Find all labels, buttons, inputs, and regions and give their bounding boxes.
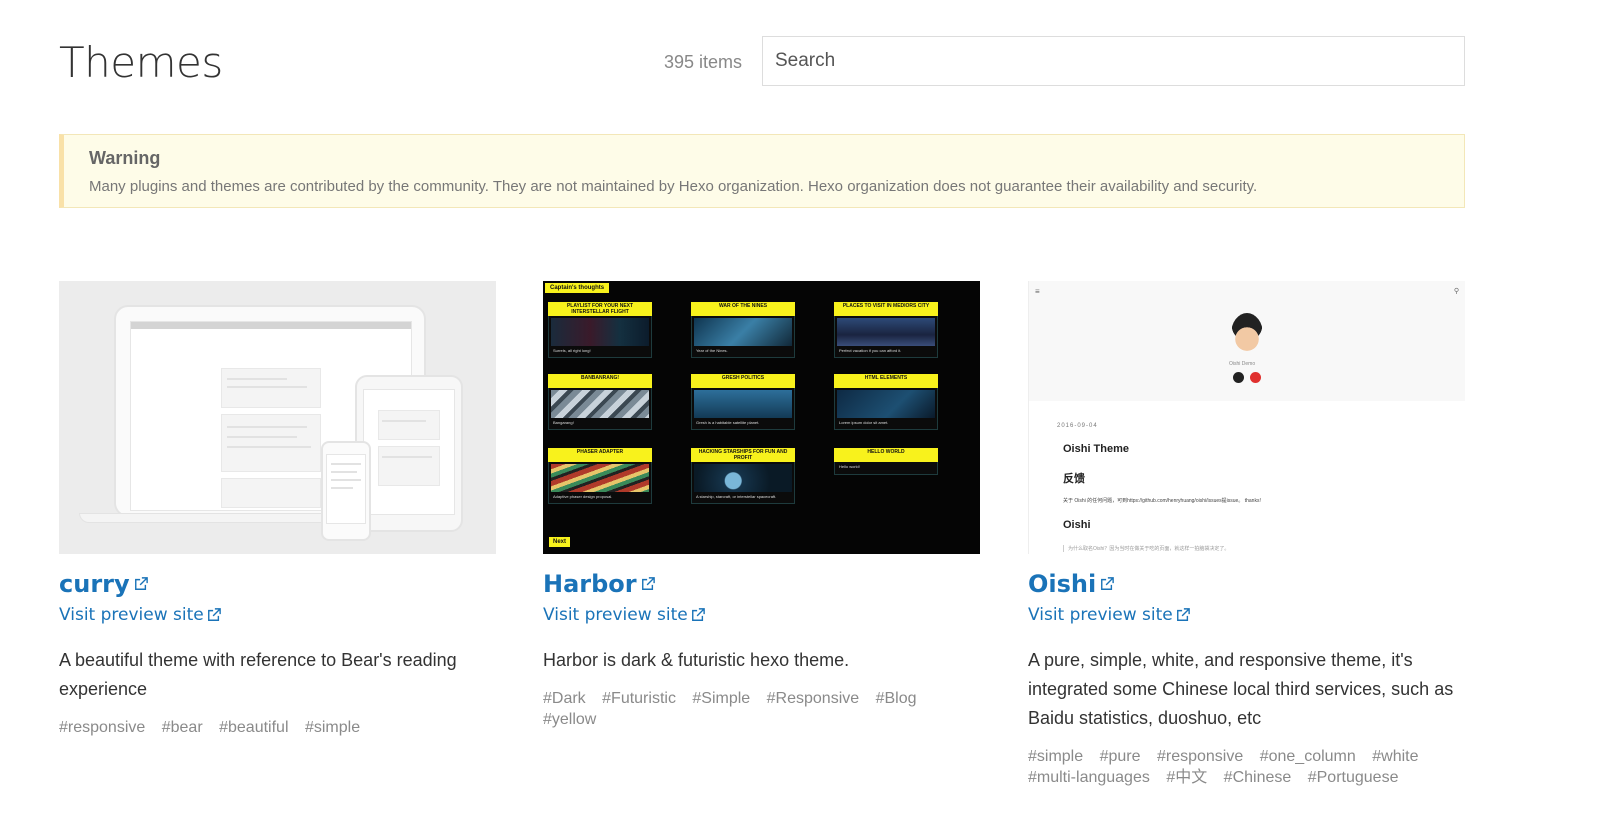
tag[interactable]: #Portuguese [1308,767,1399,788]
tag[interactable]: #simple [305,717,360,738]
harbor-badge: Captain's thoughts [545,283,610,293]
phone-mockup [321,441,371,541]
external-link-icon [134,577,148,590]
page-title: Themes [59,38,223,87]
theme-name: Oishi [1028,570,1097,598]
menu-icon: ≡ [1035,287,1040,296]
warning-notice: Warning Many plugins and themes are cont… [59,134,1465,208]
tag[interactable]: #yellow [543,709,596,730]
harbor-post: HACKING STARSHIPS FOR FUN AND PROFIT A s… [691,448,795,504]
theme-card-harbor: Captain's thoughts PLAYLIST FOR YOUR NEX… [543,281,980,730]
harbor-next-button: Next [549,537,571,547]
visit-preview-link[interactable]: Visit preview site [543,605,980,625]
tag[interactable]: #one_column [1260,746,1356,767]
warning-title: Warning [89,148,161,168]
warning-body: Many plugins and themes are contributed … [89,178,1258,195]
page-header: Themes 395 items [59,32,1465,92]
harbor-post: PHASER ADAPTER Adaptive phaser design pr… [548,448,652,504]
tag[interactable]: #multi-languages [1028,767,1150,788]
external-link-icon [641,577,655,590]
tag[interactable]: #responsive [59,717,145,738]
theme-name: curry [59,570,130,598]
tag[interactable]: #Dark [543,688,586,709]
tag[interactable]: #simple [1028,746,1083,767]
search-icon: ⚲ [1453,288,1459,295]
theme-description: A beautiful theme with reference to Bear… [59,650,457,699]
section-text: 为什么取名Oishi？因为当时在做关于吃的页面，就这样一拍脑袋决定了。 [1063,545,1229,552]
theme-title-link[interactable]: Oishi [1028,570,1115,598]
search-input[interactable] [762,36,1465,86]
theme-thumbnail-curry[interactable] [59,281,496,554]
tag-list: #Dark #Futuristic #Simple #Responsive #B… [543,688,980,730]
harbor-post: HTML ELEMENTS Lorem ipsum dolor sit amet… [834,374,938,430]
visit-preview-label: Visit preview site [543,605,688,625]
tag[interactable]: #Responsive [767,688,860,709]
theme-name: Harbor [543,570,637,598]
theme-title-link[interactable]: curry [59,570,148,598]
tag-list: #simple #pure #responsive #one_column #w… [1028,746,1465,788]
tag[interactable]: #white [1372,746,1418,767]
tablet-mockup [355,375,463,532]
harbor-post: PLACES TO VISIT IN MEDIORS CITY Perfect … [834,302,938,358]
theme-card-oishi: ≡ ⚲ Oishi Demo 2016-09-04 Oishi Theme 反馈… [1028,281,1465,788]
theme-thumbnail-oishi[interactable]: ≡ ⚲ Oishi Demo 2016-09-04 Oishi Theme 反馈… [1028,281,1465,554]
theme-description: Harbor is dark & futuristic hexo theme. [543,650,850,670]
tag[interactable]: #beautiful [219,717,288,738]
external-link-icon [1101,577,1115,590]
weibo-icon [1250,372,1261,383]
tag[interactable]: #bear [162,717,203,738]
github-icon [1233,372,1244,383]
tag[interactable]: #Blog [876,688,917,709]
external-link-icon [691,608,705,621]
theme-title-link[interactable]: Harbor [543,570,655,598]
tag[interactable]: #中文 [1166,767,1207,788]
theme-thumbnail-harbor[interactable]: Captain's thoughts PLAYLIST FOR YOUR NEX… [543,281,980,554]
tag[interactable]: #Simple [692,688,750,709]
visit-preview-link[interactable]: Visit preview site [1028,605,1465,625]
harbor-post: PLAYLIST FOR YOUR NEXT INTERSTELLAR FLIG… [548,302,652,358]
tag-list: #responsive #bear #beautiful #simple [59,717,496,738]
external-link-icon [207,608,221,621]
theme-description: A pure, simple, white, and responsive th… [1028,650,1454,728]
tag[interactable]: #responsive [1157,746,1243,767]
theme-card-curry: curry Visit preview site A beautiful the… [59,281,496,738]
harbor-post: HELLO WORLD Hello world! [834,448,938,475]
section-heading: 反馈 [1063,473,1085,485]
visit-preview-link[interactable]: Visit preview site [59,605,496,625]
avatar [1231,313,1263,355]
tag[interactable]: #Chinese [1224,767,1292,788]
harbor-post: WAR OF THE NINES Year of the Nines. [691,302,795,358]
section-heading: Oishi [1063,519,1091,531]
item-count: 395 items [664,52,743,72]
theme-list: curry Visit preview site A beautiful the… [59,281,1465,821]
post-date: 2016-09-04 [1057,423,1098,429]
section-text: 关于 Oishi 的任何问题，可到https://github.com/henr… [1063,498,1261,504]
post-title: Oishi Theme [1063,443,1130,455]
tag[interactable]: #pure [1100,746,1141,767]
harbor-post: BANBANRANG! Bangarang! [548,374,652,430]
external-link-icon [1176,608,1190,621]
visit-preview-label: Visit preview site [1028,605,1173,625]
tag[interactable]: #Futuristic [602,688,676,709]
harbor-post: GRESH POLITICS Gresh is a habitable sate… [691,374,795,430]
author-name: Oishi Demo [1229,361,1256,367]
visit-preview-label: Visit preview site [59,605,204,625]
